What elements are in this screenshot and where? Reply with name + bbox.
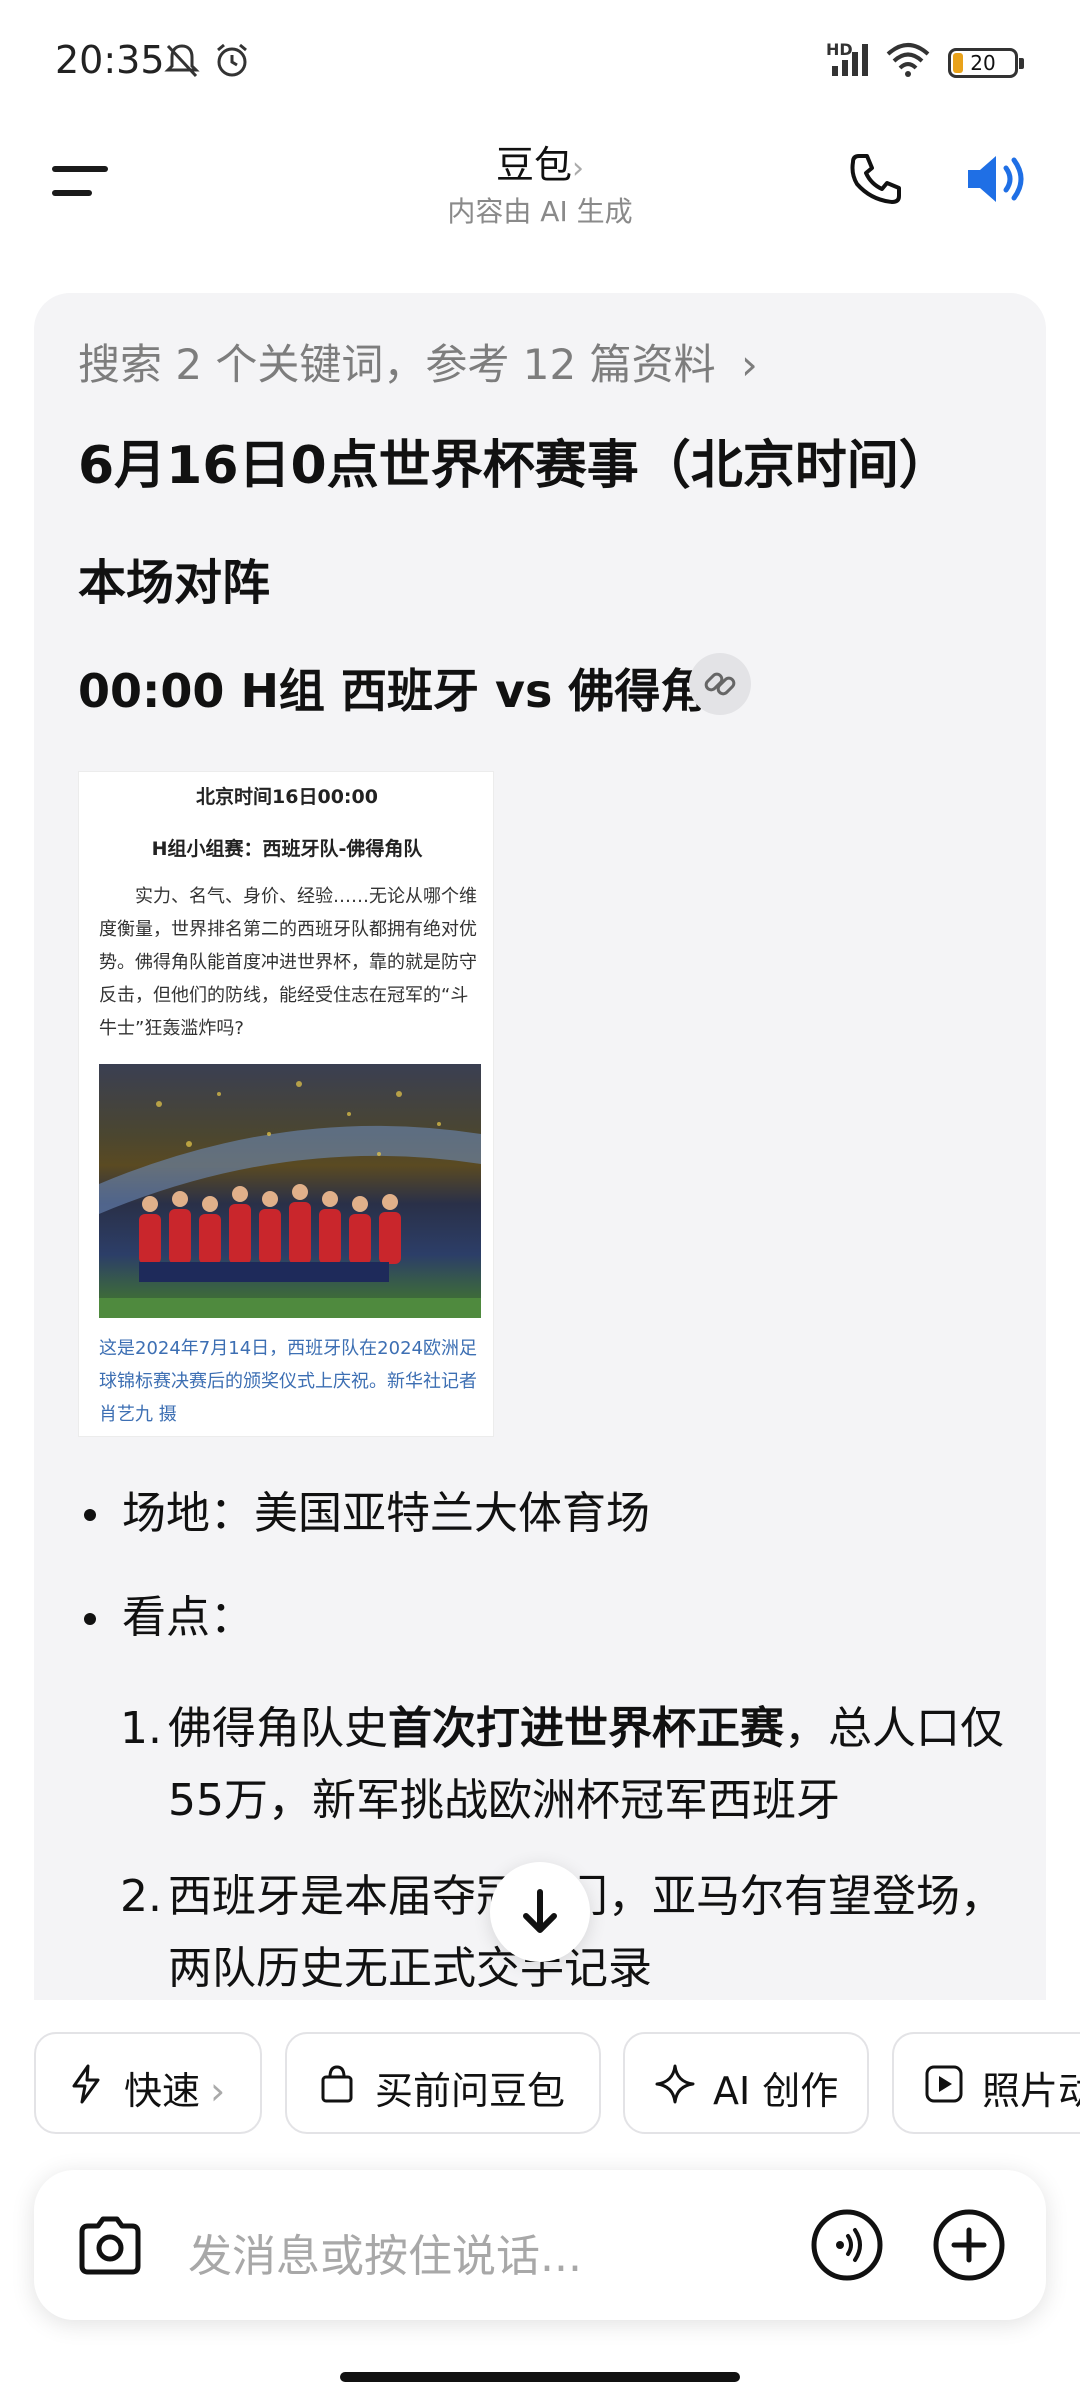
chevron-right-icon: › xyxy=(210,2069,226,2113)
chat-header: 豆包› 内容由 AI 生成 xyxy=(0,120,1080,250)
news-image-body: 实力、名气、身价、经验……无论从哪个维度衡量，世界排名第二的西班牙队都拥有绝对优… xyxy=(99,886,477,1039)
chip-fast-mode[interactable]: 快速 › xyxy=(34,2032,262,2134)
chevron-right-icon: › xyxy=(740,340,758,389)
scroll-to-bottom-button[interactable] xyxy=(490,1862,590,1962)
phone-call-icon[interactable] xyxy=(845,148,907,210)
highlight-item: 1. 佛得角队史首次打进世界杯正赛，总人口仅55万，新军挑战欧洲杯冠军西班牙 xyxy=(120,1693,1020,1837)
highlight-bold-text: 首次打进世界杯正赛 xyxy=(388,1703,784,1754)
news-image-title: 北京时间16日00:00 xyxy=(196,786,378,808)
chip-label: 照片动 xyxy=(982,2069,1080,2113)
wifi-icon xyxy=(886,43,930,77)
search-reference-text: 搜索 2 个关键词，参考 12 篇资料 xyxy=(78,340,716,389)
chip-photo-animate[interactable]: 照片动 xyxy=(892,2032,1080,2134)
bell-off-icon xyxy=(164,44,200,78)
item-number: 1. xyxy=(120,1703,162,1754)
chip-label: AI 创作 xyxy=(713,2069,839,2113)
match-line: 00:00 H组 西班牙 vs 佛得角 xyxy=(78,664,707,718)
news-image-caption: 这是2024年7月14日，西班牙队在2024欧洲足球锦标赛决赛后的颁奖仪式上庆祝… xyxy=(99,1338,477,1425)
search-reference-link[interactable]: 搜索 2 个关键词，参考 12 篇资料 › xyxy=(78,331,758,392)
home-indicator[interactable] xyxy=(340,2372,740,2382)
battery-level: 20 xyxy=(970,51,996,75)
chip-label: 快速 xyxy=(124,2069,201,2113)
status-time: 20:35 xyxy=(55,38,165,82)
chip-ai-create[interactable]: AI 创作 xyxy=(623,2032,869,2134)
chevron-right-icon: › xyxy=(572,151,584,186)
section-title: 本场对阵 xyxy=(78,555,271,611)
play-icon xyxy=(925,2065,963,2103)
info-list: 场地：美国亚特兰大体育场 看点： xyxy=(78,1483,1018,1691)
status-bar: 20:35 HD 20 xyxy=(0,0,1080,120)
message-input[interactable]: 发消息或按住说话... xyxy=(188,2220,582,2284)
alarm-icon xyxy=(217,43,247,77)
chip-label: 买前问豆包 xyxy=(375,2069,566,2113)
chip-ask-before-buy[interactable]: 买前问豆包 xyxy=(285,2032,601,2134)
sparkle-icon xyxy=(655,2064,695,2104)
bot-title[interactable]: 豆包› xyxy=(0,134,1080,189)
arrow-down-icon xyxy=(523,1889,557,1933)
message-heading: 6月16日0点世界杯赛事（北京时间） xyxy=(78,436,951,496)
shopping-bag-icon xyxy=(321,2065,353,2103)
signal-icon xyxy=(832,44,868,76)
camera-icon[interactable] xyxy=(74,2210,146,2282)
bot-name: 豆包 xyxy=(495,143,572,187)
news-image-subtitle: H组小组赛：西班牙队-佛得角队 xyxy=(151,838,423,860)
plus-icon[interactable] xyxy=(932,2208,1006,2282)
list-item: 看点： xyxy=(78,1587,1018,1649)
lightning-icon xyxy=(72,2064,100,2104)
voice-call-icon[interactable] xyxy=(810,2208,884,2282)
list-item: 场地：美国亚特兰大体育场 xyxy=(78,1483,1018,1545)
battery-icon: 20 xyxy=(948,48,1024,78)
message-input-bar: 发消息或按住说话... xyxy=(34,2170,1046,2320)
ai-disclaimer: 内容由 AI 生成 xyxy=(447,195,633,228)
assistant-message: 搜索 2 个关键词，参考 12 篇资料 › 6月16日0点世界杯赛事（北京时间）… xyxy=(34,293,1046,2000)
team-celebration-photo xyxy=(99,1064,481,1318)
link-icon[interactable] xyxy=(689,653,751,715)
news-image[interactable]: 北京时间16日00:00 H组小组赛：西班牙队-佛得角队 实力、名气、身价、经验… xyxy=(78,771,494,1437)
speaker-on-icon[interactable] xyxy=(962,148,1034,210)
item-number: 2. xyxy=(120,1871,162,1922)
highlight-text: 佛得角队史 xyxy=(168,1703,388,1754)
